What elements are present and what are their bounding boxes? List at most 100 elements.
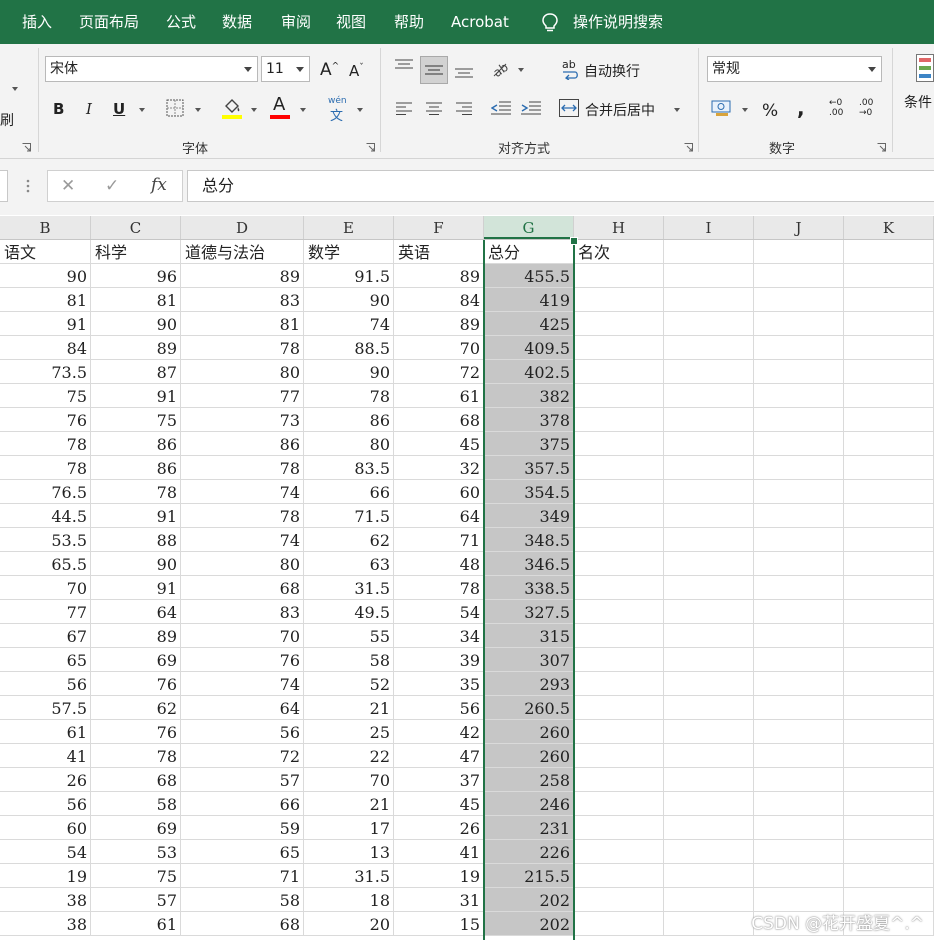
- conditional-formatting-button[interactable]: 条件: [904, 92, 932, 112]
- data-cell[interactable]: 58: [91, 792, 181, 816]
- data-cell[interactable]: 38: [0, 912, 91, 936]
- orientation-icon[interactable]: ab: [490, 58, 510, 78]
- data-cell[interactable]: 48: [394, 552, 484, 576]
- data-cell[interactable]: 75: [91, 408, 181, 432]
- data-cell[interactable]: 89: [91, 624, 181, 648]
- data-cell[interactable]: 60: [0, 816, 91, 840]
- cell[interactable]: [574, 912, 664, 936]
- cell[interactable]: [844, 552, 934, 576]
- cell[interactable]: [574, 288, 664, 312]
- cell[interactable]: [664, 288, 754, 312]
- cell[interactable]: [574, 768, 664, 792]
- cell[interactable]: [844, 744, 934, 768]
- data-cell[interactable]: 61: [91, 912, 181, 936]
- cell[interactable]: [844, 720, 934, 744]
- cell[interactable]: [664, 336, 754, 360]
- data-cell[interactable]: 80: [181, 552, 304, 576]
- align-right-icon[interactable]: [456, 102, 472, 115]
- merge-center-button[interactable]: 合并后居中: [585, 100, 655, 120]
- data-cell[interactable]: 78: [0, 432, 91, 456]
- tab-page-layout[interactable]: 页面布局: [79, 0, 139, 44]
- data-cell[interactable]: 73.5: [0, 360, 91, 384]
- data-cell[interactable]: 86: [304, 408, 394, 432]
- data-cell[interactable]: 354.5: [484, 480, 574, 504]
- cell[interactable]: [844, 408, 934, 432]
- cell[interactable]: [844, 600, 934, 624]
- data-cell[interactable]: 45: [394, 432, 484, 456]
- cell[interactable]: [754, 696, 844, 720]
- cell[interactable]: [574, 264, 664, 288]
- data-cell[interactable]: 80: [304, 432, 394, 456]
- data-cell[interactable]: 77: [181, 384, 304, 408]
- cell[interactable]: [754, 312, 844, 336]
- cell[interactable]: [664, 576, 754, 600]
- data-cell[interactable]: 32: [394, 456, 484, 480]
- data-cell[interactable]: 15: [394, 912, 484, 936]
- cell[interactable]: [754, 648, 844, 672]
- data-cell[interactable]: 76: [0, 408, 91, 432]
- italic-button[interactable]: I: [86, 100, 92, 118]
- cell[interactable]: [664, 552, 754, 576]
- data-cell[interactable]: 91.5: [304, 264, 394, 288]
- cell[interactable]: [574, 432, 664, 456]
- data-cell[interactable]: 78: [91, 480, 181, 504]
- data-cell[interactable]: 41: [0, 744, 91, 768]
- data-cell[interactable]: 402.5: [484, 360, 574, 384]
- data-cell[interactable]: 90: [304, 360, 394, 384]
- data-cell[interactable]: 71: [394, 528, 484, 552]
- cell[interactable]: [574, 696, 664, 720]
- data-cell[interactable]: 75: [91, 864, 181, 888]
- cell[interactable]: [664, 720, 754, 744]
- cell[interactable]: [844, 480, 934, 504]
- cell[interactable]: [574, 384, 664, 408]
- data-cell[interactable]: 41: [394, 840, 484, 864]
- cell[interactable]: [574, 576, 664, 600]
- cell[interactable]: [574, 504, 664, 528]
- data-cell[interactable]: 202: [484, 888, 574, 912]
- decrease-indent-icon[interactable]: [491, 101, 511, 116]
- data-cell[interactable]: 89: [181, 264, 304, 288]
- cell[interactable]: [664, 408, 754, 432]
- data-cell[interactable]: 349: [484, 504, 574, 528]
- data-cell[interactable]: 64: [181, 696, 304, 720]
- data-cell[interactable]: 346.5: [484, 552, 574, 576]
- accounting-dropdown-arrow[interactable]: [742, 108, 748, 112]
- data-cell[interactable]: 61: [0, 720, 91, 744]
- data-cell[interactable]: 57: [91, 888, 181, 912]
- cancel-entry-icon[interactable]: ✕: [61, 176, 75, 196]
- cell[interactable]: [754, 432, 844, 456]
- align-middle-button[interactable]: [420, 56, 448, 84]
- data-cell[interactable]: 70: [394, 336, 484, 360]
- data-cell[interactable]: 72: [181, 744, 304, 768]
- cell[interactable]: [754, 264, 844, 288]
- data-cell[interactable]: 13: [304, 840, 394, 864]
- cell[interactable]: [754, 240, 844, 264]
- cell[interactable]: [664, 696, 754, 720]
- tab-data[interactable]: 数据: [222, 0, 252, 44]
- cell[interactable]: [844, 264, 934, 288]
- data-cell[interactable]: 35: [394, 672, 484, 696]
- alignment-launcher-icon[interactable]: [684, 143, 693, 152]
- data-cell[interactable]: 37: [394, 768, 484, 792]
- font-name-combobox[interactable]: 宋体: [45, 56, 258, 82]
- data-cell[interactable]: 315: [484, 624, 574, 648]
- data-cell[interactable]: 81: [181, 312, 304, 336]
- font-size-combobox[interactable]: 11: [261, 56, 310, 82]
- cell[interactable]: [574, 336, 664, 360]
- data-cell[interactable]: 375: [484, 432, 574, 456]
- name-box[interactable]: [0, 170, 8, 202]
- conditional-formatting-icon[interactable]: [916, 54, 934, 82]
- data-cell[interactable]: 91: [91, 576, 181, 600]
- header-cell[interactable]: 总分: [484, 240, 574, 264]
- cell[interactable]: [574, 624, 664, 648]
- cell[interactable]: [844, 648, 934, 672]
- cell[interactable]: [574, 552, 664, 576]
- tab-review[interactable]: 审阅: [281, 0, 311, 44]
- cell[interactable]: [754, 744, 844, 768]
- cell[interactable]: [754, 672, 844, 696]
- cell[interactable]: [844, 576, 934, 600]
- cell[interactable]: [754, 624, 844, 648]
- cell[interactable]: [754, 792, 844, 816]
- cell[interactable]: [574, 840, 664, 864]
- cell[interactable]: [754, 840, 844, 864]
